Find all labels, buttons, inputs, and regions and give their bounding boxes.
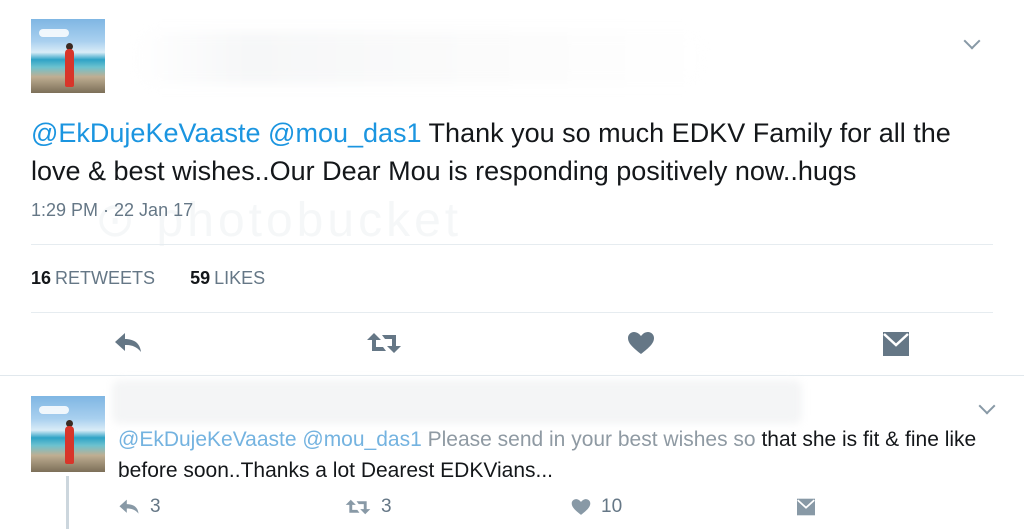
reply-text: @EkDujeKeVaaste @mou_das1 Please send in… xyxy=(118,424,978,486)
tweet-text: @EkDujeKeVaaste @mou_das1 Thank you so m… xyxy=(31,114,991,190)
retweet-button[interactable]: 3 xyxy=(345,496,392,518)
tweet-stats: 16 RETWEETS 59 LIKES xyxy=(31,268,295,289)
retweet-count: 16 xyxy=(31,268,52,288)
direct-message-button[interactable] xyxy=(882,331,910,357)
blurred-username xyxy=(132,32,712,84)
mention-link[interactable]: @mou_das1 xyxy=(268,118,422,148)
mention-link[interactable]: @mou_das1 xyxy=(302,428,421,451)
like-button[interactable] xyxy=(627,331,655,355)
retweet-button[interactable] xyxy=(366,331,402,355)
reply-button[interactable] xyxy=(113,331,143,355)
chevron-down-icon[interactable] xyxy=(978,397,996,415)
thread-line xyxy=(66,476,69,529)
like-button[interactable]: 10 xyxy=(571,496,622,518)
retweet-label: RETWEETS xyxy=(55,268,156,288)
reply-body-faded: Please send in your best wishes so xyxy=(421,428,756,451)
envelope-icon xyxy=(797,498,815,516)
avatar[interactable] xyxy=(31,396,105,472)
avatar-cloud xyxy=(39,29,69,37)
blurred-username xyxy=(112,380,802,424)
main-tweet: @EkDujeKeVaaste @mou_das1 Thank you so m… xyxy=(0,0,1024,375)
reply-count: 3 xyxy=(150,496,161,517)
tweet-timestamp[interactable]: 1:29 PM · 22 Jan 17 xyxy=(31,200,193,221)
avatar[interactable] xyxy=(31,19,105,93)
reply-icon xyxy=(115,333,141,352)
avatar-figure xyxy=(65,49,74,87)
like-count: 10 xyxy=(601,496,623,517)
divider xyxy=(31,312,993,313)
like-count: 59 xyxy=(190,268,211,288)
avatar-cloud xyxy=(39,406,69,414)
direct-message-button[interactable] xyxy=(796,498,816,516)
retweet-stat[interactable]: 16 RETWEETS xyxy=(31,268,155,288)
mention-link[interactable]: @EkDujeKeVaaste xyxy=(31,118,261,148)
avatar-figure xyxy=(65,426,74,464)
like-stat[interactable]: 59 LIKES xyxy=(190,268,265,288)
retweet-icon xyxy=(345,499,371,515)
retweet-icon xyxy=(367,333,401,353)
heart-icon xyxy=(571,499,591,515)
chevron-down-icon[interactable] xyxy=(963,32,981,50)
reply-icon xyxy=(119,499,139,514)
mention-link[interactable]: @EkDujeKeVaaste xyxy=(118,428,297,451)
like-label: LIKES xyxy=(214,268,266,288)
divider xyxy=(31,244,993,245)
heart-icon xyxy=(628,332,654,354)
retweet-count: 3 xyxy=(381,496,392,517)
reply-button[interactable]: 3 xyxy=(118,496,161,518)
tweet-separator xyxy=(0,375,1024,376)
envelope-icon xyxy=(883,332,909,356)
